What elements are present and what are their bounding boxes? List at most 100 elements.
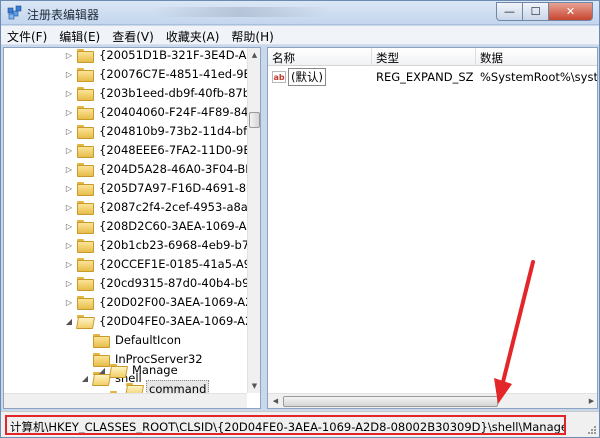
folder-open-icon [77,314,93,328]
tree-item-label: {2087c2f4-2cef-4953-a8ab-667 [99,200,260,214]
close-icon: ✕ [565,5,576,18]
scroll-up-icon[interactable]: ▲ [249,49,260,61]
value-name-cell: ab (默认) [268,68,372,86]
tree-item[interactable]: ▷ {204D5A28-46A0-3F04-BD7C-E [64,159,260,179]
tree-item[interactable]: ▷ {20cd9315-87d0-40b4-b925-0 [64,273,261,293]
tree-item[interactable]: ▷ {20D02F00-3AEA-1069-A2D8-0 [64,292,260,312]
expand-icon[interactable]: ▷ [64,279,74,288]
expand-icon[interactable]: ▷ [64,51,74,60]
tree-item-label: {205D7A97-F16D-4691-86EF-F3 [99,181,260,195]
expand-icon[interactable]: ▷ [64,203,74,212]
maximize-icon: ☐ [530,5,541,18]
tree-item-label: {20051D1B-321F-3E4D-A3DA-5 [99,48,260,62]
close-button[interactable]: ✕ [549,2,593,21]
expand-icon[interactable]: ▷ [64,165,74,174]
tree-item[interactable]: ◢ Manage [97,360,180,380]
tree-item-label: {2048EEE6-7FA2-11D0-9E6A-0 [99,143,261,157]
tree-item-label: {20cd9315-87d0-40b4-b925-0 [99,276,261,290]
folder-icon [77,238,94,253]
expand-icon[interactable]: ▷ [64,89,74,98]
values-list-pane[interactable]: 名称 类型 数据 ab (默认) REG_EXPAND_SZ %SystemRo… [267,47,598,409]
collapse-icon[interactable]: ◢ [80,374,90,383]
folder-icon [77,105,94,120]
folder-icon [77,200,94,215]
folder-icon [77,143,94,158]
tree-item[interactable]: ▷ {204810b9-73b2-11d4-bf42-00 [64,121,260,141]
value-type: REG_EXPAND_SZ [376,70,474,84]
status-key-path: 计算机\HKEY_CLASSES_ROOT\CLSID\{20D04FE0-3A… [5,415,566,435]
tree-item[interactable]: ▷ {2048EEE6-7FA2-11D0-9E6A-0 [64,140,261,160]
list-item[interactable]: ab (默认) REG_EXPAND_SZ %SystemRoot%\syste… [268,68,598,86]
tree-item[interactable]: ▷ {20076C7E-4851-41ed-9EB8-F4 [64,64,260,84]
tree-item[interactable]: DefaultIcon [80,330,183,350]
folder-icon [77,181,94,196]
blurred-region [151,7,331,17]
tree-item-label: {20D02F00-3AEA-1069-A2D8-0 [99,295,260,309]
expand-icon[interactable]: ▷ [64,146,74,155]
registry-editor-icon [7,5,22,20]
list-header: 名称 类型 数据 [268,48,597,66]
tree-item[interactable]: ▷ {203b1eed-db9f-40fb-87bd-19 [64,83,261,103]
menu-help[interactable]: 帮助(H) [225,26,279,45]
tree-item[interactable]: ▷ {20404060-F24F-4F89-84C6-8A [64,102,260,122]
tree-item-label: {204D5A28-46A0-3F04-BD7C-E [99,162,260,176]
list-horizontal-scrollbar[interactable]: ◀ ▶ [268,393,597,408]
scroll-left-icon[interactable]: ◀ [269,394,282,408]
minimize-button[interactable]: — [496,2,523,21]
resize-grip-icon[interactable] [585,423,597,435]
folder-icon [77,67,94,82]
tree-item[interactable]: ▷ {20b1cb23-6968-4eb9-b7d4-a [64,235,260,255]
registry-editor-window: 注册表编辑器 — ☐ ✕ 文件(F) 编辑(E) 查看(V) 收藏夹(A) 帮助… [0,0,600,438]
scroll-down-icon[interactable]: ▼ [249,380,260,392]
window-title: 注册表编辑器 [27,8,100,22]
scroll-thumb[interactable] [249,112,260,128]
tree-item[interactable]: ▷ {20051D1B-321F-3E4D-A3DA-5 [64,48,260,65]
column-header-type[interactable]: 类型 [372,48,476,66]
string-value-icon: ab [272,71,286,83]
expand-icon[interactable]: ▷ [64,222,74,231]
menu-file[interactable]: 文件(F) [1,26,53,45]
tree-item[interactable]: ▷ {208D2C60-3AEA-1069-A2D7-0 [64,216,260,236]
tree-item-label: {20D04FE0-3AEA-1069-A2D8-0 [99,314,260,328]
maximize-button[interactable]: ☐ [523,2,549,21]
scroll-right-icon[interactable]: ▶ [585,394,597,408]
tree-horizontal-scrollbar[interactable] [4,393,247,408]
tree-item-label: DefaultIcon [115,333,182,347]
tree-item[interactable]: ▷ {205D7A97-F16D-4691-86EF-F3 [64,178,260,198]
status-bar: 计算机\HKEY_CLASSES_ROOT\CLSID\{20D04FE0-3A… [1,411,599,437]
window-controls: — ☐ ✕ [496,2,593,22]
scroll-thumb[interactable] [283,396,498,407]
menu-edit[interactable]: 编辑(E) [53,26,106,45]
menu-view[interactable]: 查看(V) [106,26,160,45]
tree-item-label: {204810b9-73b2-11d4-bf42-00 [99,124,260,138]
tree-vertical-scrollbar[interactable]: ▲ ▼ [247,48,260,393]
collapse-icon[interactable]: ◢ [64,317,74,326]
key-tree-pane[interactable]: ▷ {20051D1B-321F-3E4D-A3DA-5 ▷ {20076C7E-4… [3,47,261,409]
folder-icon [93,333,110,348]
expand-icon[interactable]: ▷ [64,184,74,193]
expand-icon[interactable]: ▷ [64,70,74,79]
title-bar[interactable]: 注册表编辑器 — ☐ ✕ [1,1,599,25]
expand-icon[interactable]: ▷ [64,260,74,269]
tree-item[interactable]: ▷ {2087c2f4-2cef-4953-a8ab-667 [64,197,260,217]
column-header-data[interactable]: 数据 [476,48,597,66]
folder-icon [77,48,94,63]
folder-icon [77,257,94,272]
column-header-name[interactable]: 名称 [268,48,372,66]
tree-item-label: {20404060-F24F-4F89-84C6-8A [99,105,260,119]
expand-icon[interactable]: ▷ [64,108,74,117]
expand-icon[interactable]: ▷ [64,241,74,250]
folder-icon [77,124,94,139]
tree-item-label: {203b1eed-db9f-40fb-87bd-19 [99,86,261,100]
expand-icon[interactable]: ▷ [64,127,74,136]
tree-item-label: {20CCEF1E-0185-41a5-A933-50 [99,257,260,271]
tree-item[interactable]: ▷ {20CCEF1E-0185-41a5-A933-50 [64,254,260,274]
expand-icon[interactable]: ▷ [64,298,74,307]
folder-icon [77,162,94,177]
menu-bar: 文件(F) 编辑(E) 查看(V) 收藏夹(A) 帮助(H) [1,26,599,45]
menu-favorites[interactable]: 收藏夹(A) [160,26,226,45]
tree-item[interactable]: ◢ {20D04FE0-3AEA-1069-A2D8-0 [64,311,260,331]
collapse-icon[interactable]: ◢ [97,366,107,375]
folder-icon [77,219,94,234]
value-data: %SystemRoot%\system [480,70,598,84]
